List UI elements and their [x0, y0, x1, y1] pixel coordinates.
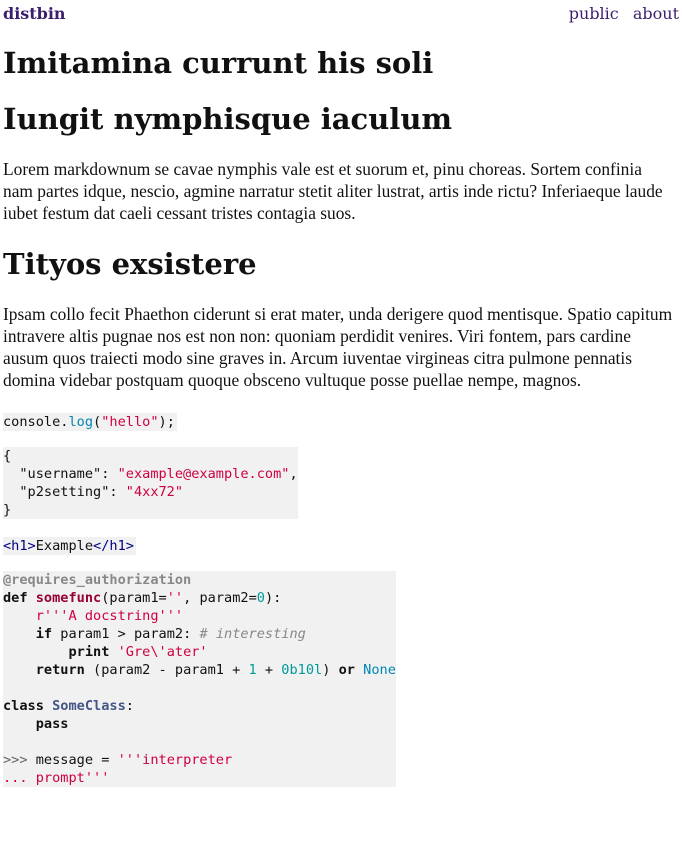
code-example-js: console.log("hello");	[3, 411, 675, 431]
section-paragraph: Ipsam collo fecit Phaethon ciderunt si e…	[3, 304, 673, 390]
js-code: console.log("hello");	[3, 413, 177, 431]
section-heading: Tityos exsistere	[3, 247, 257, 281]
html-code: <h1>Example</h1>	[3, 537, 136, 555]
top-nav: public about	[560, 4, 679, 24]
section-heading: Iungit nymphisque iaculum	[3, 102, 453, 136]
section-paragraph: Lorem markdownum se cavae nymphis vale e…	[3, 159, 663, 223]
json-code: { "username": "example@example.com", "p2…	[3, 447, 298, 519]
python-code: @requires_authorization def somefunc(par…	[3, 571, 396, 787]
nav-public-link[interactable]: public	[569, 4, 619, 23]
article-title: Imitamina currunt his soli	[3, 46, 434, 80]
top-bar: distbin public about	[3, 4, 679, 24]
code-example-html: <h1>Example</h1>	[3, 535, 675, 555]
article: Imitamina currunt his soli Iungit nymphi…	[3, 43, 675, 787]
code-example-json: { "username": "example@example.com", "p2…	[3, 447, 675, 519]
nav-about-link[interactable]: about	[633, 4, 679, 23]
code-example-python: @requires_authorization def somefunc(par…	[3, 571, 675, 787]
brand-link[interactable]: distbin	[3, 4, 66, 24]
